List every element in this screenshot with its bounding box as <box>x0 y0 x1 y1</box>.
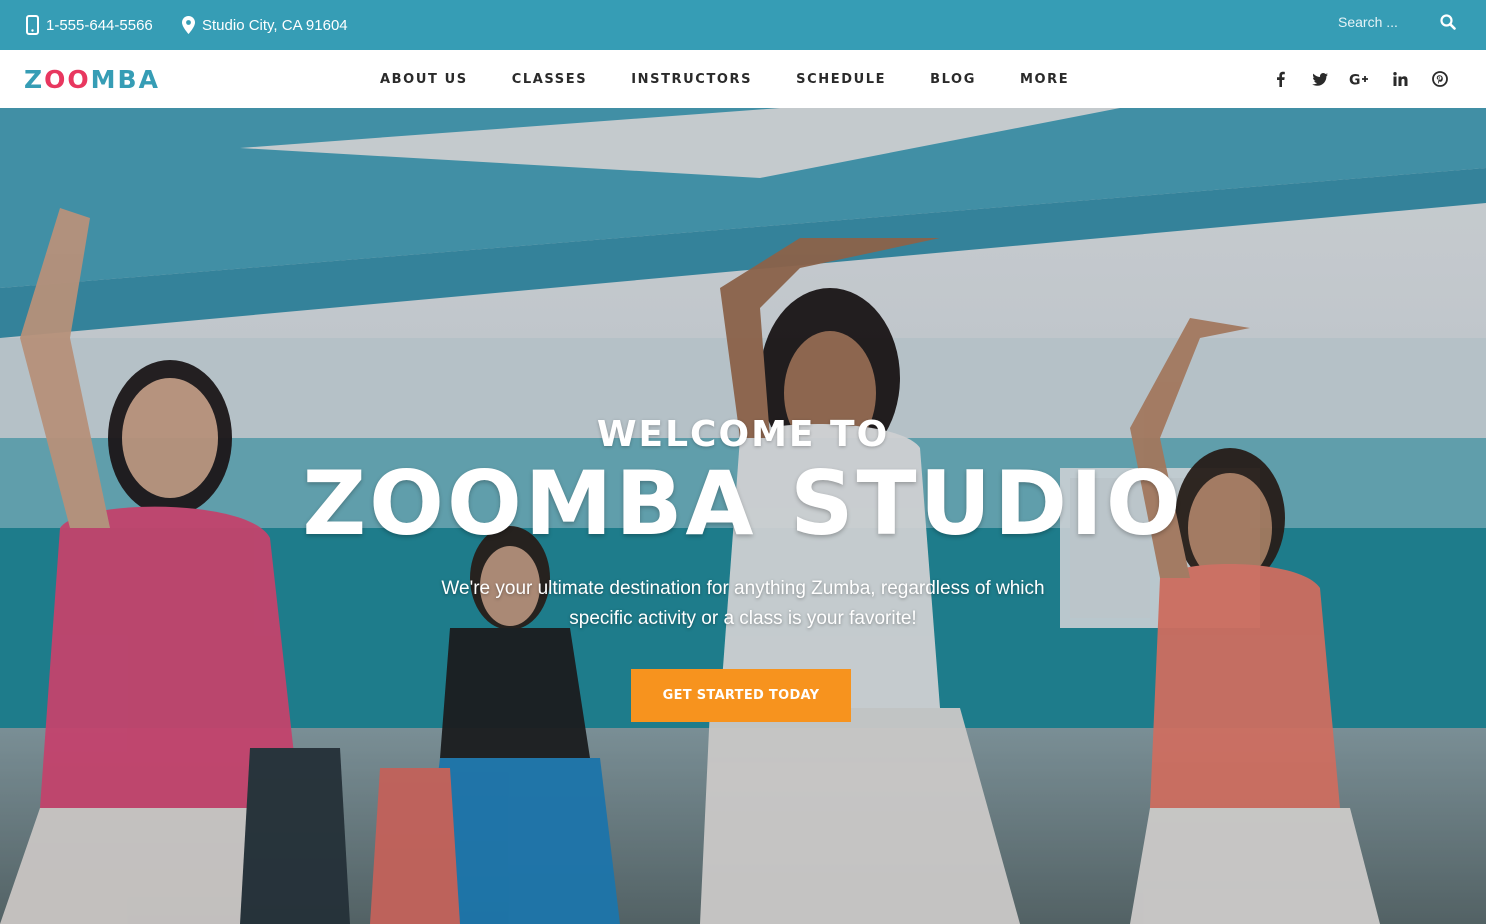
nav-item-instructors[interactable]: INSTRUCTORS <box>609 72 774 87</box>
hero-title: ZOOMBA STUDIO <box>302 452 1184 555</box>
nav-item-more[interactable]: MORE <box>998 72 1091 87</box>
twitter-icon[interactable] <box>1300 64 1340 94</box>
logo-prefix: Z <box>24 65 45 94</box>
nav-item-classes[interactable]: CLASSES <box>490 72 609 87</box>
phone-number: 1-555-644-5566 <box>46 16 153 34</box>
svg-text:G: G <box>1349 73 1361 87</box>
phone-contact[interactable]: 1-555-644-5566 <box>26 0 153 50</box>
hero-pretitle: WELCOME TO <box>596 414 890 455</box>
hero-section: WELCOME TO ZOOMBA STUDIO We're your ulti… <box>0 108 1486 924</box>
facebook-icon[interactable] <box>1260 64 1300 94</box>
search-button[interactable] <box>1438 12 1458 32</box>
mobile-phone-icon <box>26 15 39 35</box>
address-contact[interactable]: Studio City, CA 91604 <box>182 0 348 50</box>
main-navbar: ZOOMBA ABOUT US CLASSES INSTRUCTORS SCHE… <box>0 50 1486 108</box>
hero-description: We're your ultimate destination for anyt… <box>441 578 1045 629</box>
pinterest-icon[interactable] <box>1420 64 1460 94</box>
top-bar: 1-555-644-5566 Studio City, CA 91604 <box>0 0 1486 50</box>
main-menu: ABOUT US CLASSES INSTRUCTORS SCHEDULE BL… <box>358 50 1091 108</box>
nav-item-blog[interactable]: BLOG <box>908 72 998 87</box>
get-started-button[interactable]: GET STARTED TODAY <box>631 669 851 722</box>
social-links: G <box>1260 50 1460 108</box>
search-input[interactable] <box>1326 9 1426 35</box>
address-text: Studio City, CA 91604 <box>202 16 348 34</box>
site-logo[interactable]: ZOOMBA <box>24 65 160 95</box>
linkedin-icon[interactable] <box>1380 64 1420 94</box>
google-plus-icon[interactable]: G <box>1340 64 1380 94</box>
logo-highlight: OO <box>44 65 91 94</box>
search-icon <box>1440 14 1456 30</box>
nav-item-about-us[interactable]: ABOUT US <box>358 72 490 87</box>
logo-suffix: MBA <box>90 65 160 94</box>
map-pin-icon <box>182 16 195 34</box>
nav-item-schedule[interactable]: SCHEDULE <box>774 72 908 87</box>
search-box <box>1326 8 1466 36</box>
